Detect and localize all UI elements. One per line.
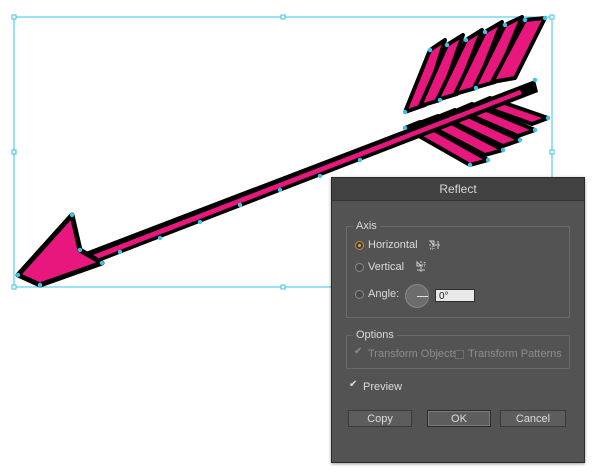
transform-patterns-box[interactable] [455,349,464,359]
radio-angle-button[interactable] [355,289,364,299]
transform-objects-checkbox[interactable]: Transform Objects [354,346,458,362]
radio-vertical-label[interactable]: Vertical [368,261,404,273]
bbox-handle-top-right[interactable] [549,14,555,20]
bbox-handle-middle-left[interactable] [11,149,17,155]
angle-input[interactable]: 0° [435,289,475,302]
reflect-horizontal-icon [428,240,441,250]
axis-group-label: Axis [353,220,380,232]
options-group: Options Transform Objects Transform Patt… [346,329,570,369]
bbox-handle-middle-right[interactable] [549,149,555,155]
radio-horizontal-button[interactable] [355,240,364,250]
transform-patterns-label[interactable]: Transform Patterns [468,348,562,360]
transform-patterns-checkbox[interactable]: Transform Patterns [455,346,562,362]
bbox-handle-top-center[interactable] [280,14,286,20]
transform-objects-label[interactable]: Transform Objects [368,348,458,360]
bbox-handle-bottom-center[interactable] [280,284,286,290]
radio-vertical-button[interactable] [355,262,364,272]
arrow-head [15,212,105,288]
copy-button[interactable]: Copy [348,410,412,427]
axis-group: Axis Horizontal Vertical Angle: 0° [346,220,570,318]
preview-checkbox[interactable]: Preview [349,379,402,395]
transform-objects-check-icon[interactable] [354,346,364,359]
preview-check-icon[interactable] [349,379,359,392]
radio-horizontal[interactable]: Horizontal [355,237,442,253]
reflect-vertical-icon [416,260,426,273]
dialog-title[interactable]: Reflect [332,178,584,201]
ok-button[interactable]: OK [427,410,491,427]
reflect-dialog: Reflect Axis Horizontal Vertical Angle: … [331,177,585,463]
radio-vertical[interactable]: Vertical [355,259,428,275]
preview-label[interactable]: Preview [363,381,402,393]
angle-dial[interactable] [405,284,429,308]
radio-horizontal-label[interactable]: Horizontal [368,239,418,251]
radio-angle[interactable]: Angle: [355,286,399,302]
options-group-label: Options [353,329,397,341]
cancel-button[interactable]: Cancel [500,410,566,427]
bbox-handle-top-left[interactable] [11,14,17,20]
bbox-handle-bottom-left[interactable] [11,284,17,290]
radio-angle-label[interactable]: Angle: [368,288,399,300]
